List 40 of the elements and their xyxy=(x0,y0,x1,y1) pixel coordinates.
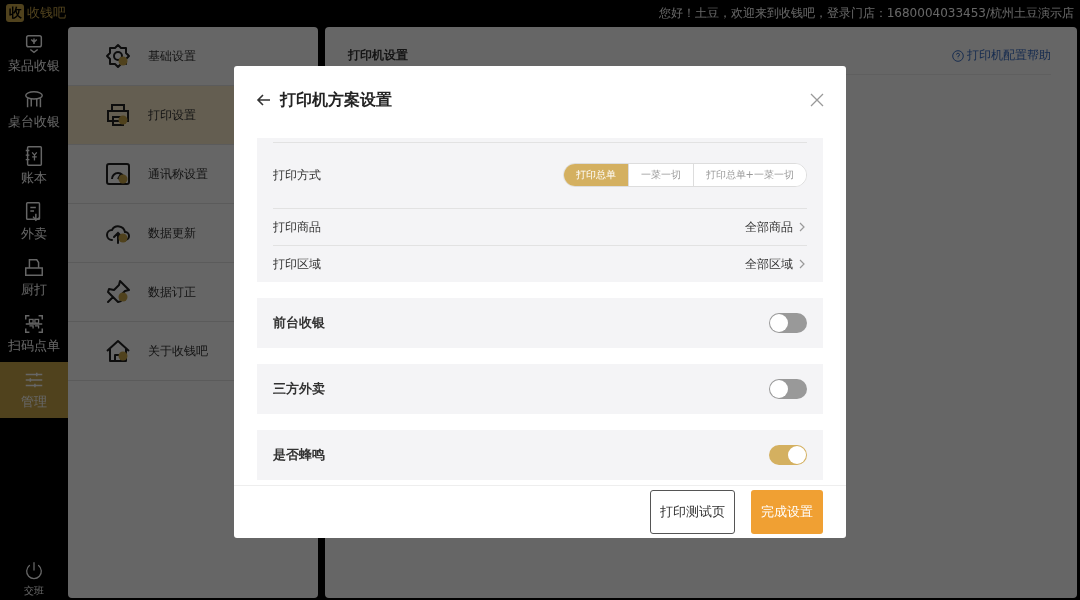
nav-item[interactable]: 管理 xyxy=(0,362,68,418)
help-link[interactable]: 打印机配置帮助 xyxy=(952,47,1051,64)
nav-item[interactable]: 账本 xyxy=(0,138,68,194)
greeting-text: 您好！土豆，欢迎来到收钱吧，登录门店：1680004033453/杭州土豆演示店 xyxy=(658,4,1074,22)
printer-icon xyxy=(104,101,132,129)
row-value[interactable]: 全部商品 xyxy=(745,218,807,236)
test-print-button[interactable]: 打印测试页 xyxy=(650,490,735,534)
toggle-label: 是否蜂鸣 xyxy=(273,446,325,464)
toggle-switch[interactable] xyxy=(769,379,807,399)
nav-item[interactable]: 扫码点单 xyxy=(0,306,68,362)
nav-item[interactable]: 厨打 xyxy=(0,250,68,306)
power-icon[interactable] xyxy=(23,560,45,582)
panel-title: 打印机设置 xyxy=(348,47,408,64)
finish-button[interactable]: 完成设置 xyxy=(751,490,823,534)
toggle-switch[interactable] xyxy=(769,445,807,465)
nav-item[interactable]: 外卖 xyxy=(0,194,68,250)
row-value[interactable]: 全部区域 xyxy=(745,255,807,273)
ledger-icon xyxy=(23,145,45,167)
segment-option[interactable]: 打印总单 xyxy=(563,164,628,186)
chevron-right-icon xyxy=(797,222,807,232)
logo-mark: 收 xyxy=(6,4,24,22)
brand-name: 收钱吧 xyxy=(27,4,66,22)
gear-icon xyxy=(104,42,132,70)
toggle-switch[interactable] xyxy=(769,313,807,333)
row-label: 打印方式 xyxy=(273,166,321,184)
register-icon xyxy=(23,33,45,55)
back-arrow-icon[interactable] xyxy=(256,92,272,108)
gauge-icon xyxy=(104,160,132,188)
pin-icon xyxy=(104,278,132,306)
row-label: 打印商品 xyxy=(273,218,321,236)
house-icon xyxy=(104,337,132,365)
printer-icon xyxy=(23,257,45,279)
close-icon[interactable] xyxy=(810,93,824,107)
qr-scan-icon xyxy=(23,313,45,335)
shift-label: 交班 xyxy=(24,584,44,598)
toggle-label: 三方外卖 xyxy=(273,380,325,398)
chevron-right-icon xyxy=(797,259,807,269)
nav-item[interactable]: 桌台收银 xyxy=(0,82,68,138)
help-icon xyxy=(952,49,964,62)
nav-item[interactable]: 菜品收银 xyxy=(0,26,68,82)
